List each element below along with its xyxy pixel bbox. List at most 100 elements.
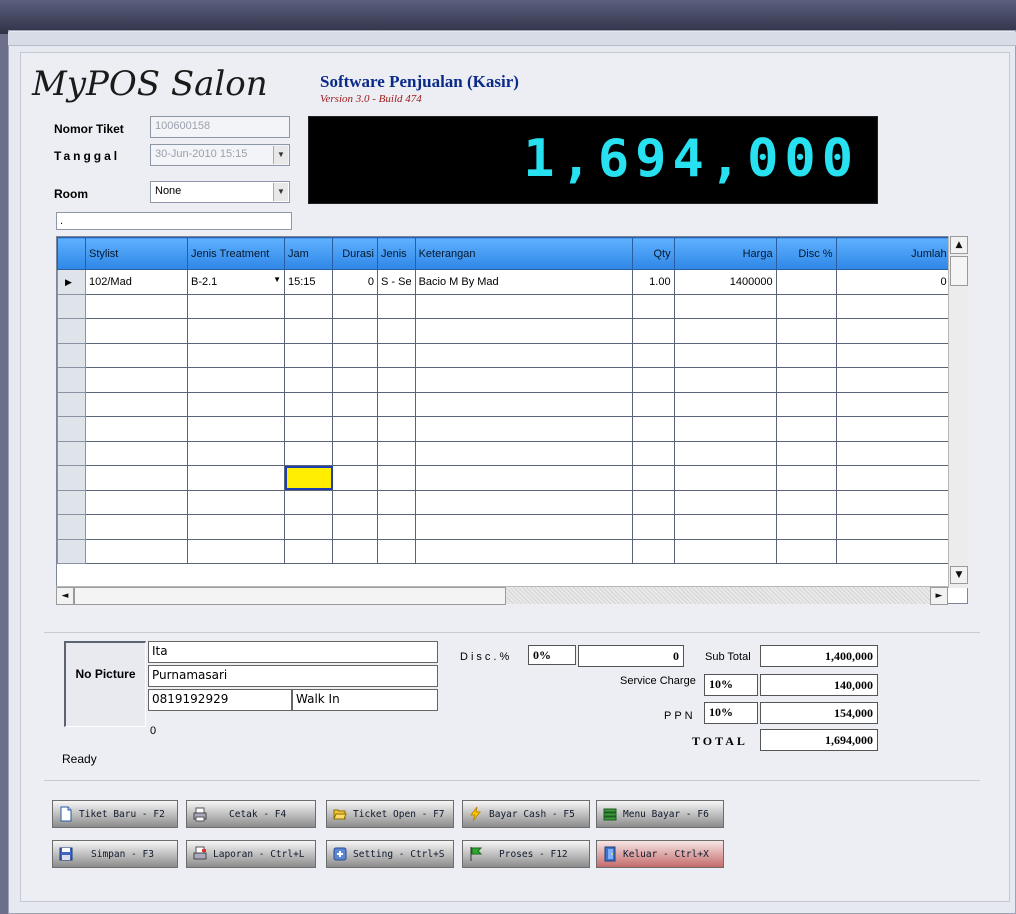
grid-cell[interactable] <box>775 440 837 466</box>
grid-cell[interactable] <box>835 465 951 491</box>
ticket-open-button[interactable]: Ticket Open - F7 <box>326 800 454 828</box>
grid-cell[interactable] <box>377 318 416 344</box>
grid-cell[interactable] <box>377 293 416 319</box>
grid-cell[interactable] <box>673 489 777 515</box>
disc-value-field[interactable]: 0 <box>578 645 684 667</box>
scroll-right-icon[interactable]: ► <box>930 587 948 605</box>
grid-cell[interactable] <box>284 342 333 368</box>
grid-cell[interactable] <box>377 489 416 515</box>
proses-button[interactable]: Proses - F12 <box>462 840 590 868</box>
grid-cell[interactable] <box>835 342 951 368</box>
grid-cell[interactable] <box>673 538 777 564</box>
grid-cell[interactable] <box>673 342 777 368</box>
grid-cell[interactable] <box>414 465 633 491</box>
grid-cell[interactable] <box>414 391 633 417</box>
grid-cell[interactable] <box>835 416 951 442</box>
row-selector[interactable] <box>57 342 86 368</box>
status-field[interactable]: . <box>56 212 292 230</box>
row-selector[interactable] <box>57 514 86 540</box>
grid-cell[interactable] <box>775 489 837 515</box>
grid-row-empty[interactable] <box>57 367 951 393</box>
grid-cell[interactable] <box>631 416 675 442</box>
grid-cell[interactable] <box>414 293 633 319</box>
room-dropdown-icon[interactable]: ▼ <box>273 183 288 201</box>
grid-col-header[interactable]: Jenis Treatment <box>187 237 285 270</box>
grid-cell[interactable] <box>631 489 675 515</box>
grid-col-header[interactable]: Jam <box>284 237 333 270</box>
row-selector[interactable] <box>57 489 86 515</box>
grid-cell[interactable] <box>85 318 188 344</box>
customer-phone[interactable]: 0819192929 <box>148 689 292 711</box>
grid-cell[interactable] <box>631 465 675 491</box>
grid-cell[interactable] <box>414 489 633 515</box>
grid-cell[interactable] <box>414 367 633 393</box>
grid-cell[interactable] <box>775 391 837 417</box>
grid-cell[interactable] <box>673 391 777 417</box>
grid-vertical-scrollbar[interactable]: ▲ ▼ <box>948 236 968 588</box>
grid-cell[interactable] <box>187 465 285 491</box>
nomor-tiket-field[interactable]: 100600158 <box>150 116 290 138</box>
tanggal-dropdown-icon[interactable]: ▼ <box>273 146 288 164</box>
grid-cell[interactable] <box>284 416 333 442</box>
window-titlebar[interactable] <box>0 0 1016 34</box>
disc-pct-field[interactable]: 0% <box>528 645 576 665</box>
treatment-dropdown-icon[interactable]: ▼ <box>273 275 281 284</box>
grid-cell[interactable] <box>85 391 188 417</box>
grid-cell[interactable] <box>85 465 188 491</box>
scroll-up-icon[interactable]: ▲ <box>950 236 968 254</box>
grid-col-header[interactable]: Harga <box>673 237 777 270</box>
grid-cell[interactable] <box>377 514 416 540</box>
grid-cell[interactable] <box>377 391 416 417</box>
grid-cell[interactable] <box>835 367 951 393</box>
grid-cell[interactable] <box>332 342 378 368</box>
grid-cell[interactable] <box>414 514 633 540</box>
cetak-button[interactable]: Cetak - F4 <box>186 800 316 828</box>
grid-cell[interactable] <box>284 514 333 540</box>
grid-row-empty[interactable] <box>57 293 951 319</box>
grid-cell[interactable] <box>673 416 777 442</box>
grid-cell[interactable] <box>414 416 633 442</box>
grid-cell[interactable] <box>631 514 675 540</box>
grid-col-header[interactable]: Stylist <box>85 237 188 270</box>
grid-cell[interactable] <box>187 440 285 466</box>
customer-type[interactable]: Walk In <box>292 689 438 711</box>
row-selector[interactable] <box>57 293 86 319</box>
grid-cell[interactable] <box>631 318 675 344</box>
grid-cell[interactable] <box>187 538 285 564</box>
grid-cell[interactable]: 1400000 <box>673 269 777 295</box>
grid-cell[interactable] <box>673 465 777 491</box>
service-pct-field[interactable]: 10% <box>704 674 758 696</box>
grid-col-header[interactable]: Disc % <box>775 237 837 270</box>
grid-cell[interactable] <box>85 416 188 442</box>
bayar-cash-button[interactable]: Bayar Cash - F5 <box>462 800 590 828</box>
grid-cell[interactable] <box>377 440 416 466</box>
grid-row-active[interactable]: ▶ 102/Mad B-2.1 ▼ 15:15 0 S - Se Bacio M By Mad… <box>57 269 951 295</box>
room-select[interactable]: None ▼ <box>150 181 290 203</box>
grid-cell[interactable]: 0 <box>835 269 951 295</box>
grid-cell[interactable] <box>673 318 777 344</box>
keluar-button[interactable]: Keluar - Ctrl+X <box>596 840 724 868</box>
simpan-button[interactable]: Simpan - F3 <box>52 840 178 868</box>
laporan-button[interactable]: Laporan - Ctrl+L <box>186 840 316 868</box>
row-selector[interactable] <box>57 538 86 564</box>
grid-cell[interactable] <box>187 342 285 368</box>
grid-cell[interactable] <box>284 293 333 319</box>
grid-cell[interactable] <box>631 342 675 368</box>
grid-cell[interactable] <box>775 465 837 491</box>
grid-cell[interactable] <box>835 514 951 540</box>
grid-cell[interactable] <box>414 538 633 564</box>
grid-cell[interactable] <box>377 367 416 393</box>
grid-cell[interactable] <box>332 538 378 564</box>
grid-cell[interactable]: B-2.1 ▼ <box>187 269 285 295</box>
grid-horizontal-scrollbar[interactable]: ◄ ► <box>56 586 948 605</box>
grid-cell[interactable] <box>187 489 285 515</box>
grid-cell-focused[interactable] <box>284 465 333 491</box>
grid-cell[interactable] <box>631 293 675 319</box>
grid-cell[interactable] <box>775 367 837 393</box>
grid-row-empty[interactable] <box>57 440 951 466</box>
grid-cell[interactable] <box>284 538 333 564</box>
scroll-left-icon[interactable]: ◄ <box>56 587 74 605</box>
grid-col-header[interactable]: Keterangan <box>414 237 633 270</box>
grid-cell[interactable] <box>414 342 633 368</box>
scroll-down-icon[interactable]: ▼ <box>950 566 968 584</box>
